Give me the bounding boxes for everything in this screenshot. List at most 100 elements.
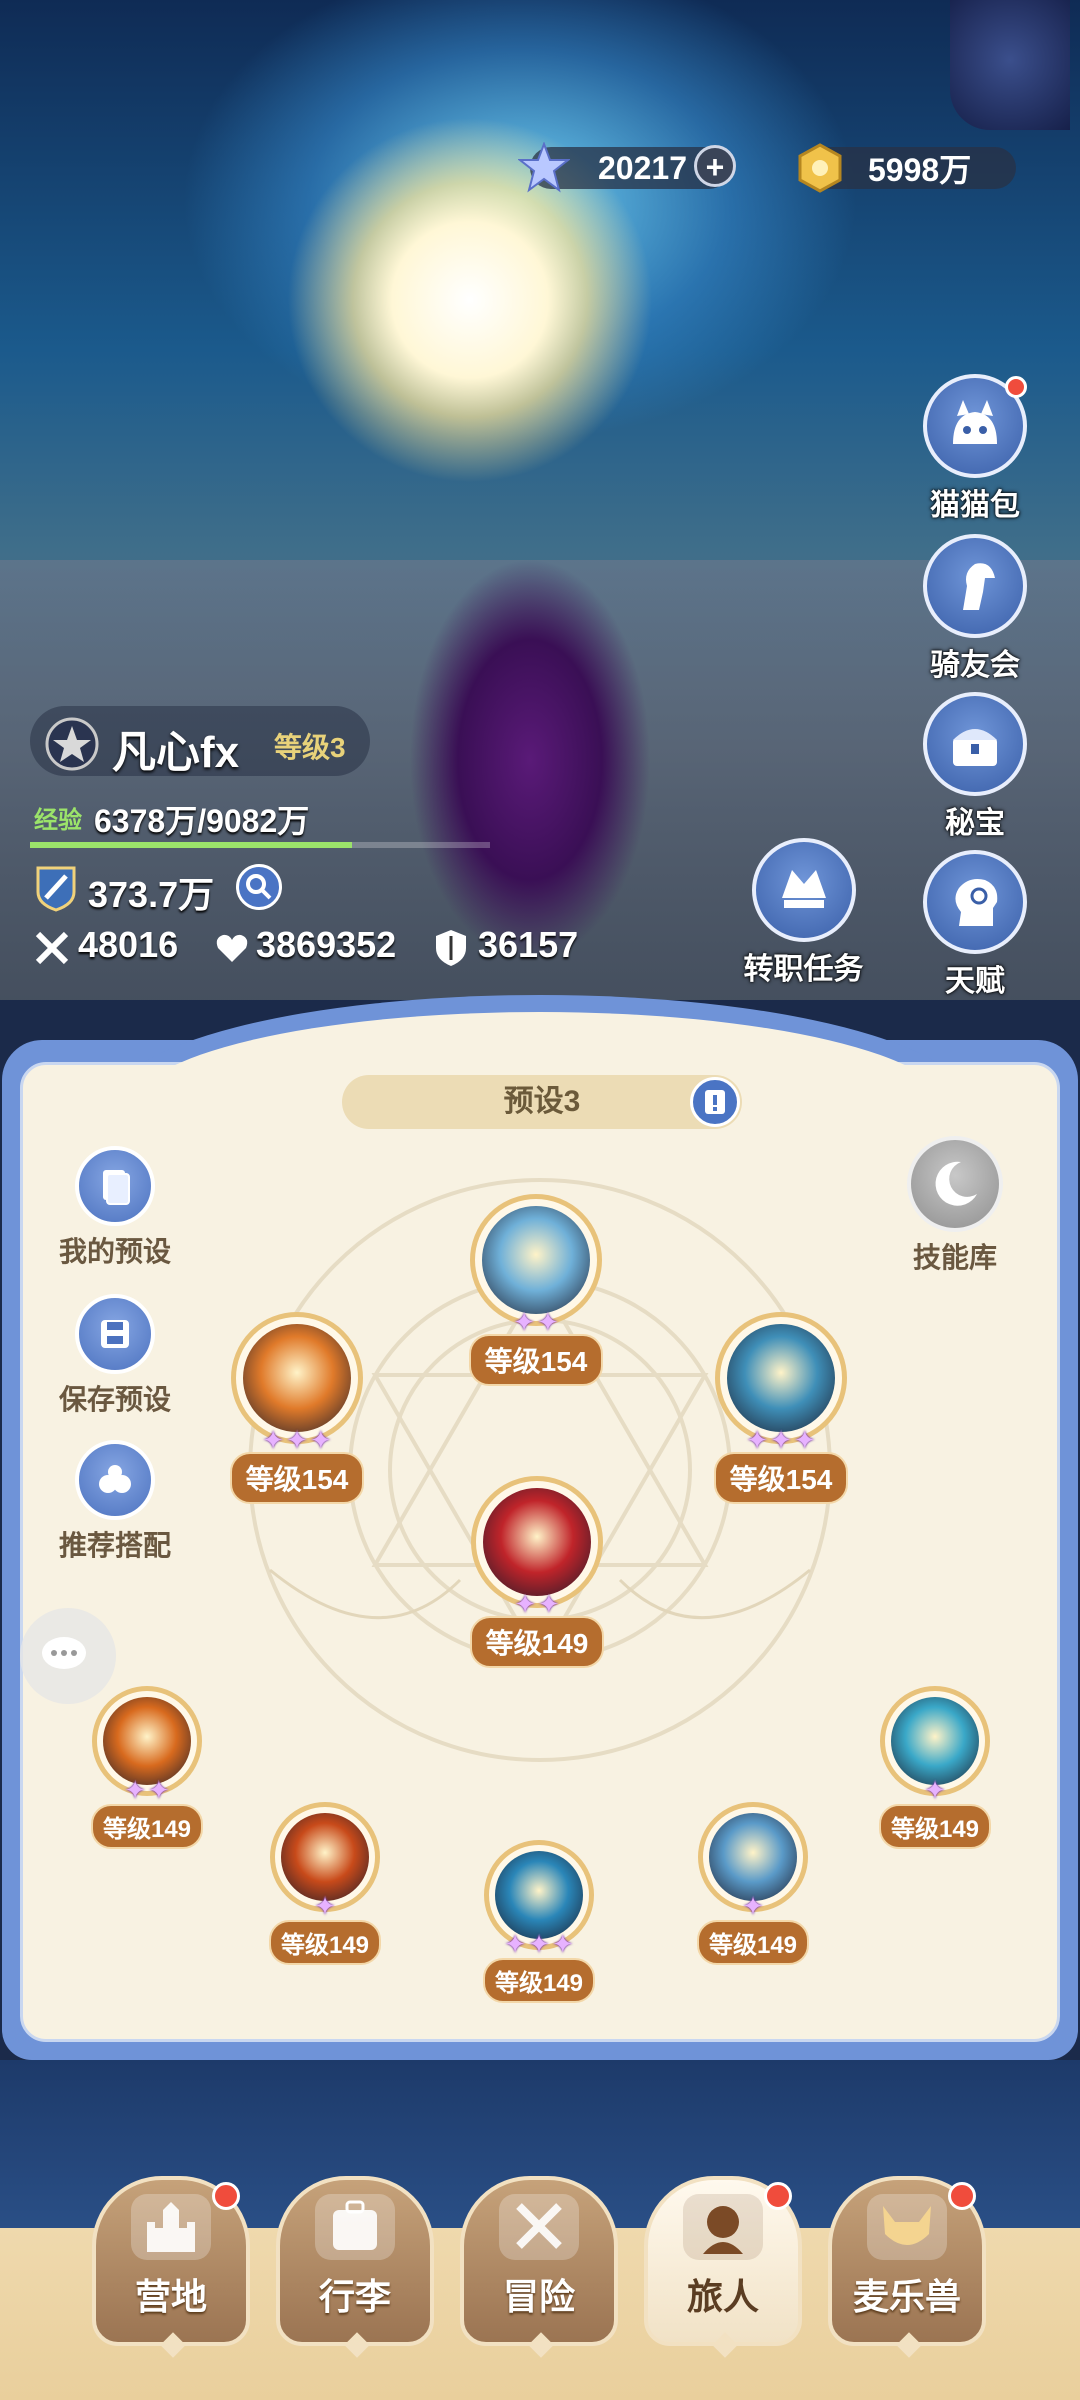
star-icon: ✦ bbox=[793, 1425, 816, 1455]
skill-slot[interactable]: ✦ 等级149 bbox=[872, 1686, 998, 1849]
star-icon: ✦ bbox=[551, 1929, 574, 1959]
save-icon bbox=[75, 1294, 155, 1374]
exp-label: 经验 bbox=[34, 807, 82, 834]
skill-library-icon bbox=[907, 1136, 1003, 1232]
star-icon: ✦ bbox=[746, 1425, 769, 1455]
skill-level: 等级149 bbox=[469, 1616, 605, 1668]
castle-icon bbox=[131, 2194, 211, 2260]
preset-title-pill[interactable]: 预设3 bbox=[342, 1075, 742, 1129]
cat-bag-button[interactable]: 猫猫包 bbox=[910, 374, 1040, 524]
left-button-label: 保存预设 bbox=[58, 1384, 171, 1415]
skill-slot[interactable]: ✦ 等级149 bbox=[262, 1802, 388, 1965]
chat-icon bbox=[42, 1637, 86, 1669]
skill-icon bbox=[495, 1851, 583, 1939]
star-icon: ✦ bbox=[262, 1425, 285, 1455]
notification-dot bbox=[764, 2182, 792, 2210]
nav-label: 旅人 bbox=[686, 2276, 759, 2317]
skill-slot[interactable]: ✦ ✦ ✦ 等级154 bbox=[706, 1312, 856, 1504]
pet-icon bbox=[867, 2194, 947, 2260]
skill-level: 等级149 bbox=[268, 1920, 382, 1965]
skill-stars: ✦ bbox=[275, 1893, 375, 1919]
skill-icon bbox=[243, 1324, 351, 1432]
notification-dot bbox=[1005, 376, 1027, 398]
skill-stars: ✦ ✦ bbox=[475, 1309, 597, 1335]
skill-slot[interactable]: ✦ 等级149 bbox=[690, 1802, 816, 1965]
hp-value: 3869352 bbox=[256, 924, 397, 965]
skill-slot[interactable]: ✦ ✦ 等级149 bbox=[84, 1686, 210, 1849]
treasure-button[interactable]: 秘宝 bbox=[910, 692, 1040, 842]
power-detail-button[interactable] bbox=[236, 864, 282, 910]
exp-progress-bar bbox=[30, 842, 490, 848]
defense-value: 36157 bbox=[478, 924, 579, 965]
star-icon: ✦ bbox=[148, 1775, 170, 1805]
rider-club-button[interactable]: 骑友会 bbox=[910, 534, 1040, 684]
skill-stars: ✦ ✦ bbox=[97, 1777, 197, 1803]
nav-label: 麦乐兽 bbox=[852, 2276, 961, 2317]
skill-slot[interactable]: ✦ ✦ 等级154 bbox=[466, 1194, 606, 1386]
left-button-label: 推荐搭配 bbox=[58, 1530, 171, 1561]
recommend-button[interactable]: 推荐搭配 bbox=[40, 1440, 190, 1564]
gem-count: 20217 bbox=[598, 149, 687, 186]
skill-icon bbox=[709, 1813, 797, 1901]
skill-slot[interactable]: ✦ ✦ 等级149 bbox=[462, 1476, 612, 1668]
skill-stars: ✦ ✦ ✦ bbox=[720, 1427, 842, 1453]
skill-level: 等级149 bbox=[696, 1920, 810, 1965]
skill-stars: ✦ bbox=[885, 1777, 985, 1803]
star-icon: ✦ bbox=[742, 1891, 764, 1921]
heart-icon bbox=[216, 934, 248, 962]
nav-traveler[interactable]: 旅人 bbox=[644, 2176, 802, 2358]
skill-library-button[interactable]: 技能库 bbox=[890, 1136, 1020, 1276]
talent-button[interactable]: 天赋 bbox=[910, 850, 1040, 1000]
preset-title: 预设3 bbox=[503, 1085, 581, 1118]
traveler-icon bbox=[683, 2194, 763, 2260]
skill-stars: ✦ ✦ ✦ bbox=[489, 1931, 589, 1957]
skill-level: 等级154 bbox=[713, 1452, 849, 1504]
my-preset-icon bbox=[75, 1146, 155, 1226]
job-quest-button[interactable]: 转职任务 bbox=[736, 838, 871, 988]
nav-adventure[interactable]: 冒险 bbox=[460, 2176, 618, 2358]
preset-info-button[interactable] bbox=[690, 1077, 740, 1127]
skill-level: 等级149 bbox=[878, 1804, 992, 1849]
skill-slot[interactable]: ✦ ✦ ✦ 等级149 bbox=[476, 1840, 602, 2003]
attack-icon bbox=[35, 931, 69, 965]
nav-pets[interactable]: 麦乐兽 bbox=[828, 2176, 986, 2358]
star-icon: ✦ bbox=[504, 1929, 527, 1959]
book-icon bbox=[705, 1090, 725, 1114]
notification-dot bbox=[948, 2182, 976, 2210]
star-icon: ✦ bbox=[537, 1307, 559, 1337]
my-preset-button[interactable]: 我的预设 bbox=[40, 1146, 190, 1270]
skill-level: 等级149 bbox=[90, 1804, 204, 1849]
save-preset-button[interactable]: 保存预设 bbox=[40, 1294, 190, 1418]
skill-slot[interactable]: ✦ ✦ ✦ 等级154 bbox=[222, 1312, 372, 1504]
crossed-swords-icon bbox=[499, 2194, 579, 2260]
add-gems-button[interactable]: + bbox=[694, 145, 736, 187]
star-icon: ✦ bbox=[513, 1307, 535, 1337]
attack-value: 48016 bbox=[78, 924, 179, 965]
treasure-icon bbox=[923, 692, 1027, 796]
left-button-label: 我的预设 bbox=[58, 1236, 171, 1267]
combat-power: 373.7万 bbox=[88, 874, 215, 915]
player-name: 凡心fx bbox=[112, 728, 240, 777]
cat-bag-icon bbox=[923, 374, 1027, 478]
gold-coin-icon bbox=[798, 143, 842, 193]
star-icon: ✦ bbox=[528, 1929, 550, 1959]
star-icon: ✦ bbox=[538, 1589, 560, 1619]
character-figure bbox=[400, 560, 660, 980]
star-icon: ✦ bbox=[924, 1775, 946, 1805]
player-level: 等级3 bbox=[274, 732, 346, 763]
horse-icon bbox=[923, 534, 1027, 638]
skill-level: 等级149 bbox=[482, 1958, 596, 2003]
skill-library-label: 技能库 bbox=[912, 1242, 997, 1273]
gem-currency: 20217 + bbox=[518, 142, 736, 193]
nav-camp[interactable]: 营地 bbox=[92, 2176, 250, 2358]
search-icon bbox=[246, 874, 272, 900]
gem-icon bbox=[518, 142, 570, 193]
nav-luggage[interactable]: 行李 bbox=[276, 2176, 434, 2358]
skill-icon bbox=[482, 1206, 590, 1314]
skill-icon bbox=[103, 1697, 191, 1785]
pet-avatar[interactable] bbox=[950, 0, 1070, 130]
job-quest-label: 转职任务 bbox=[743, 953, 864, 986]
skill-stars: ✦ bbox=[703, 1893, 803, 1919]
star-icon: ✦ bbox=[314, 1891, 336, 1921]
nav-label: 冒险 bbox=[502, 2276, 575, 2317]
